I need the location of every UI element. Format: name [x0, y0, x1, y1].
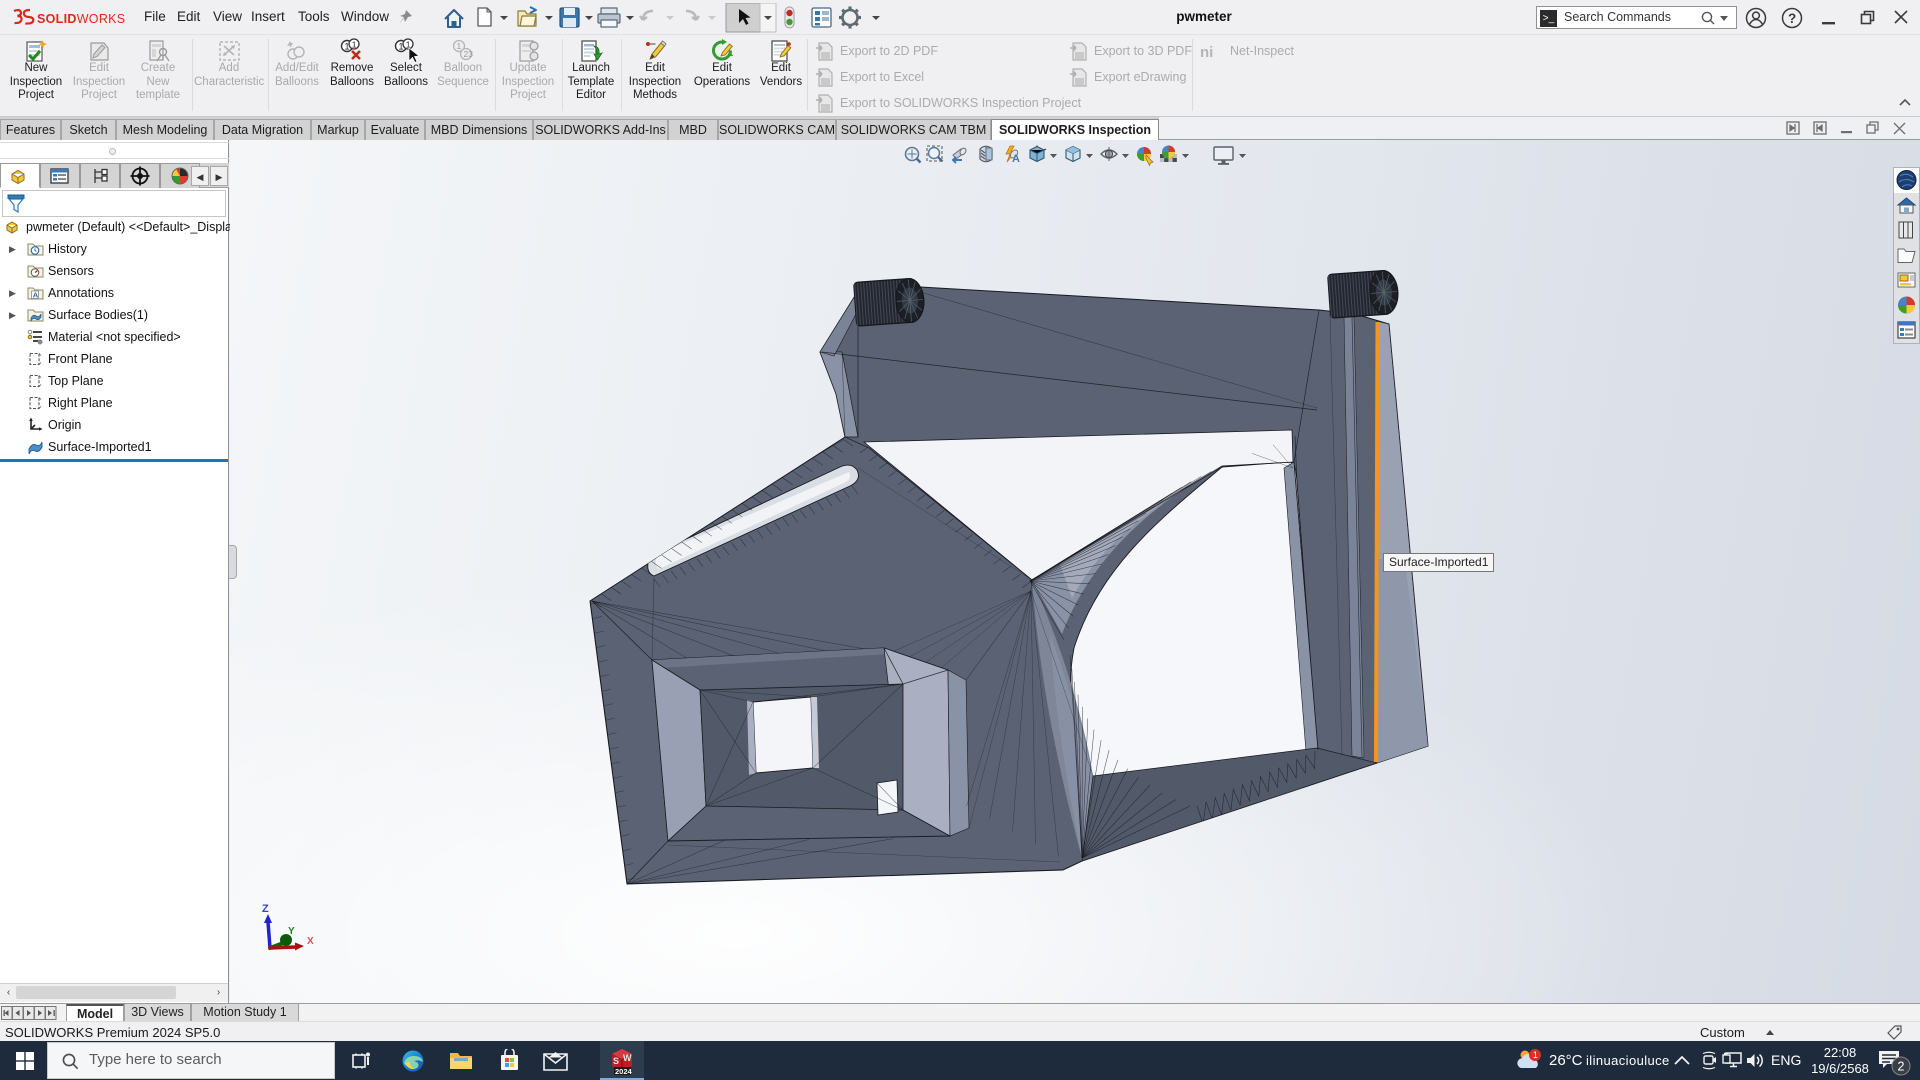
svg-text:?: ? [1788, 11, 1796, 26]
svg-text:S: S [613, 1056, 619, 1066]
svg-text:W: W [623, 1053, 632, 1063]
svg-text:X: X [307, 936, 314, 947]
svg-text:2024: 2024 [615, 1067, 633, 1076]
svg-text:1: 1 [352, 39, 357, 49]
svg-text:Z: Z [262, 903, 269, 915]
svg-text:1: 1 [1533, 1050, 1538, 1060]
svg-text:1: 1 [457, 41, 462, 51]
svg-text:2: 2 [1898, 1060, 1905, 1074]
svg-text:23: 23 [464, 49, 474, 59]
svg-text:Y: Y [288, 926, 295, 937]
svg-text:1: 1 [406, 39, 411, 49]
svg-text:A: A [1012, 153, 1020, 165]
svg-text:A: A [33, 291, 39, 300]
svg-text:SOLIDWORKS: SOLIDWORKS [37, 12, 125, 26]
